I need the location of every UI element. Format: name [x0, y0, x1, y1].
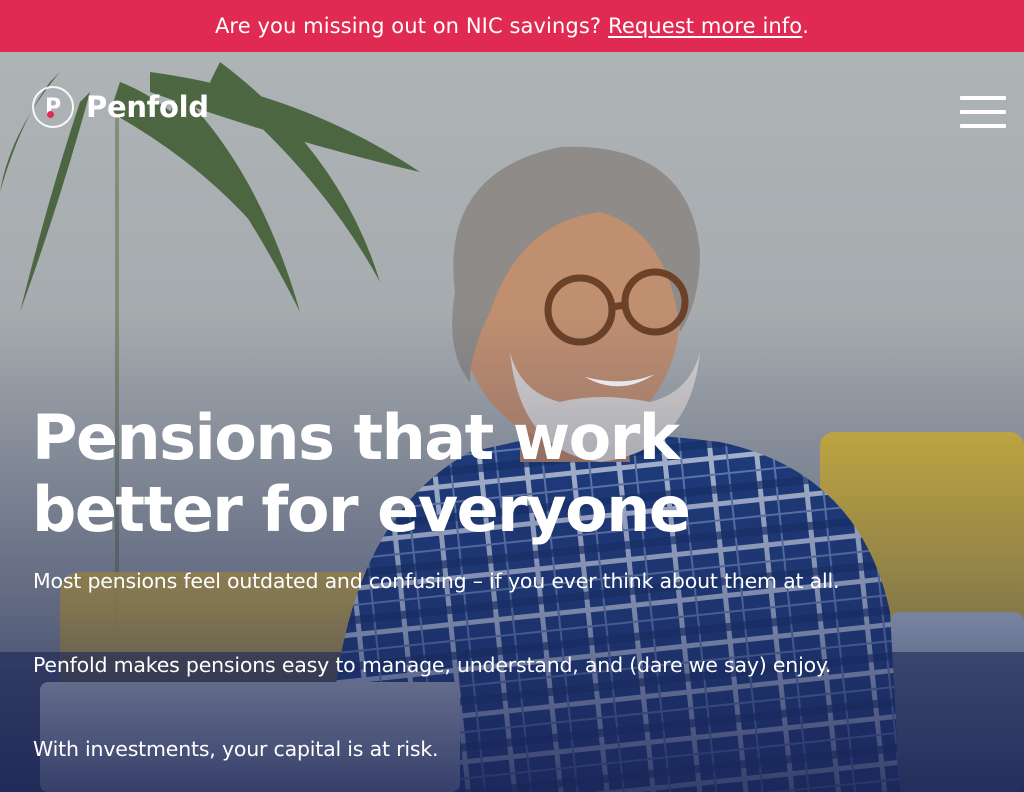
hero-paragraph-1: Most pensions feel outdated and confusin…	[33, 569, 840, 593]
banner-text: Are you missing out on NIC savings?	[214, 14, 602, 38]
hero-headline: Pensions that work better for everyone	[32, 402, 752, 546]
headline-line-1: Pensions that work	[32, 401, 680, 474]
banner-suffix: .	[802, 14, 810, 38]
logo-text: Penfold	[86, 90, 209, 124]
request-info-link[interactable]: Request more info	[608, 14, 802, 38]
headline-line-2: better for everyone	[32, 473, 691, 546]
hamburger-menu-icon[interactable]	[960, 96, 1006, 128]
promo-banner: Are you missing out on NIC savings? Requ…	[0, 0, 1024, 52]
penfold-logo[interactable]: P Penfold	[32, 86, 209, 128]
hero-section: P Penfold Pensions that work better for …	[0, 52, 1024, 792]
hero-paragraph-2: Penfold makes pensions easy to manage, u…	[33, 653, 832, 677]
logo-mark-icon: P	[32, 86, 74, 128]
risk-disclaimer: With investments, your capital is at ris…	[33, 737, 439, 761]
